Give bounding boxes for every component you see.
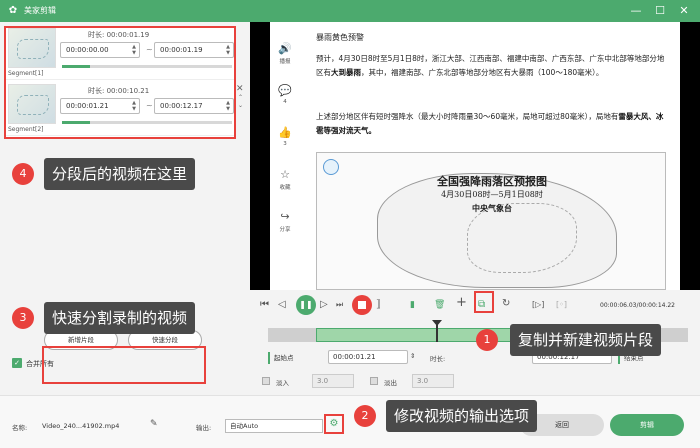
annotation-badge-2: 2 xyxy=(354,405,376,427)
maximize-button[interactable]: ☐ xyxy=(652,3,668,19)
start-time-input[interactable]: 00:00:01.21 xyxy=(328,350,408,364)
highlight-segment-list xyxy=(4,26,236,139)
duration-label: 时长: xyxy=(430,355,446,363)
output-format-select[interactable]: 自动Auto xyxy=(225,419,323,433)
playhead-handle[interactable] xyxy=(432,320,442,342)
annotation-badge-3: 3 xyxy=(12,307,34,329)
record-button[interactable] xyxy=(352,295,372,315)
highlight-output-gear xyxy=(324,414,344,434)
star-icon: ☆ xyxy=(280,168,290,181)
fade-out-input[interactable]: 3.0 xyxy=(412,374,454,388)
snap-right-icon[interactable]: [◦] xyxy=(556,298,567,312)
highlight-copy-button xyxy=(474,291,494,313)
favorite-button[interactable]: ☆ 收藏 xyxy=(270,168,300,191)
fade-out-label: 淡出 xyxy=(384,379,397,387)
article-heading: 暴雨黄色预警 xyxy=(316,33,364,42)
comment-icon: 💬 xyxy=(278,84,292,97)
minimize-button[interactable]: — xyxy=(628,3,644,19)
map-title: 全国强降雨落区预报图 xyxy=(437,175,547,188)
merge-all-checkbox[interactable]: ✓ xyxy=(12,358,22,368)
annotation-badge-1: 1 xyxy=(476,329,498,351)
bracket-icon[interactable]: ▮ xyxy=(410,298,415,312)
annotation-callout-4: 分段后的视频在这里 xyxy=(44,158,196,190)
map-subtitle: 4月30日08时—5月1日08时 xyxy=(441,190,543,199)
social-sidebar: 🔊 播报 💬 4 👍 3 ☆ 收藏 ↪ 分享 xyxy=(270,22,300,290)
map-source: 中央气象台 xyxy=(472,203,512,213)
time-spinner-icon[interactable]: ⇕ xyxy=(410,352,415,360)
pause-button[interactable]: ❚❚ xyxy=(296,295,316,315)
timecode-readout: 00:00:06.03/00:00:14.22 xyxy=(600,302,675,309)
reset-icon[interactable]: ↻ xyxy=(502,297,510,311)
window-title: 美家剪辑 xyxy=(24,6,56,15)
app-logo-icon: ✿ xyxy=(8,5,18,16)
thumbs-up-icon: 👍 xyxy=(278,126,292,139)
fade-in-label: 淡入 xyxy=(276,379,289,387)
step-forward-icon[interactable]: ▷ xyxy=(320,298,328,312)
fade-in-checkbox[interactable] xyxy=(262,377,270,385)
preview-letterbox-left xyxy=(250,22,270,290)
set-start-point-button[interactable]: 起始点 xyxy=(268,352,294,364)
share-icon: ↪ xyxy=(280,210,290,223)
close-segment-icon[interactable]: ✕ xyxy=(236,84,244,94)
export-button[interactable]: 剪辑 xyxy=(610,414,684,436)
title-bar: ✿ 美家剪辑 — ☐ ✕ xyxy=(0,0,700,22)
bottom-bar: 名称: Video_240...41902.mp4 ✎ 输出: 自动Auto ⚙… xyxy=(0,395,700,448)
annotation-callout-1: 复制并新建视频片段 xyxy=(510,324,662,356)
like-button[interactable]: 👍 3 xyxy=(270,126,300,147)
close-button[interactable]: ✕ xyxy=(676,3,692,19)
comment-button[interactable]: 💬 4 xyxy=(270,84,300,105)
trim-icon[interactable]: ⟧ xyxy=(376,298,381,312)
broadcast-button[interactable]: 🔊 播报 xyxy=(270,42,300,65)
name-label: 名称: xyxy=(12,424,28,432)
annotation-callout-3: 快速分割录制的视频 xyxy=(44,302,196,334)
output-label: 输出: xyxy=(196,424,212,432)
step-back-icon[interactable]: ◁ xyxy=(278,298,286,312)
fade-out-checkbox[interactable] xyxy=(370,377,378,385)
snap-left-icon[interactable]: [▷] xyxy=(532,298,544,312)
file-name: Video_240...41902.mp4 xyxy=(42,422,120,430)
skip-end-icon[interactable]: ⏭ xyxy=(336,298,343,312)
forecast-map: 全国强降雨落区预报图 4月30日08时—5月1日08时 中央气象台 xyxy=(316,152,666,290)
skip-start-icon[interactable]: ⏮ xyxy=(260,298,269,312)
annotation-callout-2: 修改视频的输出选项 xyxy=(386,400,538,432)
video-preview: 暴雨黄色预警 预计，4月30日8时至5月1日8时，浙江大部、江西南部、福建中南部… xyxy=(300,22,680,290)
preview-letterbox-right xyxy=(680,22,700,290)
fade-in-input[interactable]: 3.0 xyxy=(312,374,354,388)
list-scroll-icon[interactable]: ⌃ ⌄ xyxy=(238,94,243,110)
speaker-icon: 🔊 xyxy=(278,42,292,55)
share-button[interactable]: ↪ 分享 xyxy=(270,210,300,233)
delete-icon[interactable]: 🗑 xyxy=(434,298,445,312)
article-paragraph: 预计，4月30日8时至5月1日8时，浙江大部、江西南部、福建中南部、广西东部、广… xyxy=(316,54,665,77)
rename-pencil-icon[interactable]: ✎ xyxy=(150,419,158,429)
highlight-split-buttons xyxy=(42,346,206,384)
annotation-badge-4: 4 xyxy=(12,163,34,185)
add-icon[interactable]: + xyxy=(456,296,467,310)
article-paragraph: 上述部分地区伴有短时强降水（最大小时降雨量30～60毫米，局地可超过80毫米），… xyxy=(316,112,664,135)
